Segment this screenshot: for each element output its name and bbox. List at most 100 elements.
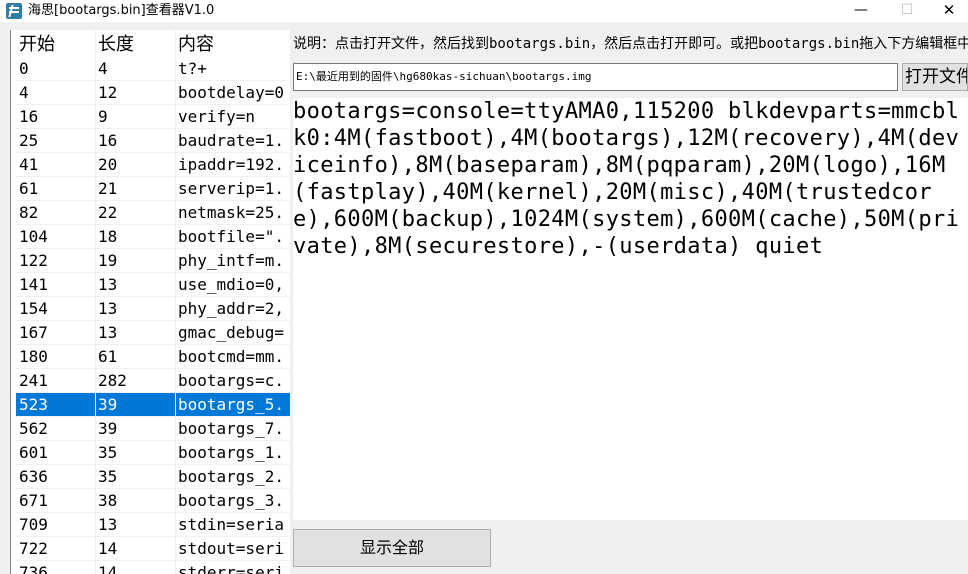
row-content-cell: phy_addr=2, [178, 299, 284, 318]
minimize-button[interactable]: — [838, 0, 884, 22]
row-length-cell: 22 [98, 203, 118, 222]
row-content-cell: netmask=25. [178, 203, 284, 222]
row-length-cell: 14 [98, 539, 118, 558]
column-header-content[interactable]: 内容 [178, 30, 214, 56]
row-start-cell: 41 [19, 155, 39, 174]
row-content-cell: baudrate=1. [178, 131, 284, 150]
list-header: 开始 长度 内容 [11, 30, 290, 56]
row-start-cell: 61 [19, 179, 39, 198]
editor-text[interactable]: bootargs=console=ttyAMA0,115200 blkdevpa… [293, 98, 968, 260]
row-start-cell: 736 [19, 563, 48, 574]
row-start-cell: 523 [19, 395, 48, 414]
row-length-cell: 4 [98, 59, 108, 78]
row-content-cell: phy_intf=m. [178, 251, 284, 270]
row-length-cell: 13 [98, 275, 118, 294]
list-row[interactable]: 180 61 bootcmd=mm. [16, 345, 290, 369]
list-row[interactable]: 61 21 serverip=1. [16, 177, 290, 201]
row-start-cell: 709 [19, 515, 48, 534]
row-start-cell: 601 [19, 443, 48, 462]
column-divider [175, 30, 176, 574]
entry-list[interactable]: 开始 长度 内容 0 4 t?+ 4 12 bootdelay=0 16 9 verify=n 2… [10, 30, 290, 574]
column-header-length[interactable]: 长度 [98, 30, 134, 56]
row-start-cell: 82 [19, 203, 39, 222]
row-content-cell: verify=n [178, 107, 256, 126]
row-length-cell: 9 [98, 107, 108, 126]
instruction-text: 说明：点击打开文件，然后找到bootargs.bin，然后点击打开即可。或把bo… [293, 36, 968, 52]
row-start-cell: 0 [19, 59, 29, 78]
open-file-button[interactable]: 打开文件 [902, 63, 968, 91]
list-row[interactable]: 523 39 bootargs_5. [16, 393, 290, 417]
row-length-cell: 61 [98, 347, 118, 366]
list-row[interactable]: 154 13 phy_addr=2, [16, 297, 290, 321]
list-row[interactable]: 709 13 stdin=seria [16, 513, 290, 537]
row-length-cell: 21 [98, 179, 118, 198]
list-row[interactable]: 241 282 bootargs=c. [16, 369, 290, 393]
row-content-cell: serverip=1. [178, 179, 284, 198]
close-button[interactable]: ✕ [926, 0, 968, 22]
row-start-cell: 104 [19, 227, 48, 246]
window-title: 海思[bootargs.bin]查看器V1.0 [28, 3, 215, 18]
show-all-button[interactable]: 显示全部 [293, 529, 491, 567]
list-row[interactable]: 25 16 baudrate=1. [16, 129, 290, 153]
row-length-cell: 39 [98, 419, 118, 438]
list-row[interactable]: 736 14 stderr=seri [16, 561, 290, 574]
file-path-field[interactable]: E:\最近用到的固件\hg680kas-sichuan\bootargs.img [293, 63, 898, 91]
row-start-cell: 722 [19, 539, 48, 558]
row-content-cell: gmac_debug= [178, 323, 284, 342]
row-content-cell: t?+ [178, 59, 207, 78]
column-divider [95, 30, 96, 574]
row-start-cell: 154 [19, 299, 48, 318]
row-start-cell: 122 [19, 251, 48, 270]
list-row[interactable]: 82 22 netmask=25. [16, 201, 290, 225]
list-row[interactable]: 0 4 t?+ [16, 57, 290, 81]
row-content-cell: stdout=seri [178, 539, 284, 558]
row-content-cell: bootcmd=mm. [178, 347, 284, 366]
row-content-cell: ipaddr=192. [178, 155, 284, 174]
row-start-cell: 180 [19, 347, 48, 366]
row-length-cell: 13 [98, 323, 118, 342]
maximize-button[interactable]: ☐ [884, 0, 930, 22]
row-start-cell: 4 [19, 83, 29, 102]
row-length-cell: 282 [98, 371, 127, 390]
row-length-cell: 13 [98, 299, 118, 318]
row-content-cell: bootargs_1. [178, 443, 284, 462]
list-row[interactable]: 122 19 phy_intf=m. [16, 249, 290, 273]
row-length-cell: 18 [98, 227, 118, 246]
row-length-cell: 16 [98, 131, 118, 150]
row-content-cell: bootargs_2. [178, 467, 284, 486]
row-length-cell: 20 [98, 155, 118, 174]
list-row[interactable]: 41 20 ipaddr=192. [16, 153, 290, 177]
row-content-cell: stdin=seria [178, 515, 284, 534]
row-start-cell: 636 [19, 467, 48, 486]
list-row[interactable]: 4 12 bootdelay=0 [16, 81, 290, 105]
list-row[interactable]: 671 38 bootargs_3. [16, 489, 290, 513]
row-length-cell: 12 [98, 83, 118, 102]
column-header-start[interactable]: 开始 [19, 30, 55, 56]
row-start-cell: 25 [19, 131, 39, 150]
left-margin [0, 22, 10, 574]
list-row[interactable]: 601 35 bootargs_1. [16, 441, 290, 465]
row-length-cell: 14 [98, 563, 118, 574]
row-length-cell: 35 [98, 467, 118, 486]
list-row[interactable]: 636 35 bootargs_2. [16, 465, 290, 489]
row-length-cell: 13 [98, 515, 118, 534]
row-content-cell: bootfile=". [178, 227, 284, 246]
row-content-cell: bootargs_3. [178, 491, 284, 510]
row-content-cell: bootargs_5. [178, 395, 284, 414]
list-row[interactable]: 141 13 use_mdio=0, [16, 273, 290, 297]
list-row[interactable]: 562 39 bootargs_7. [16, 417, 290, 441]
row-length-cell: 19 [98, 251, 118, 270]
row-content-cell: stderr=seri [178, 563, 284, 574]
row-content-cell: use_mdio=0, [178, 275, 284, 294]
app-icon [6, 3, 22, 19]
row-length-cell: 35 [98, 443, 118, 462]
list-row[interactable]: 16 9 verify=n [16, 105, 290, 129]
content-editor[interactable]: bootargs=console=ttyAMA0,115200 blkdevpa… [293, 98, 968, 520]
row-content-cell: bootdelay=0 [178, 83, 284, 102]
title-bar: 海思[bootargs.bin]查看器V1.0 — ☐ ✕ [0, 0, 968, 22]
row-start-cell: 167 [19, 323, 48, 342]
list-row[interactable]: 722 14 stdout=seri [16, 537, 290, 561]
row-length-cell: 38 [98, 491, 118, 510]
list-row[interactable]: 104 18 bootfile=". [16, 225, 290, 249]
list-row[interactable]: 167 13 gmac_debug= [16, 321, 290, 345]
